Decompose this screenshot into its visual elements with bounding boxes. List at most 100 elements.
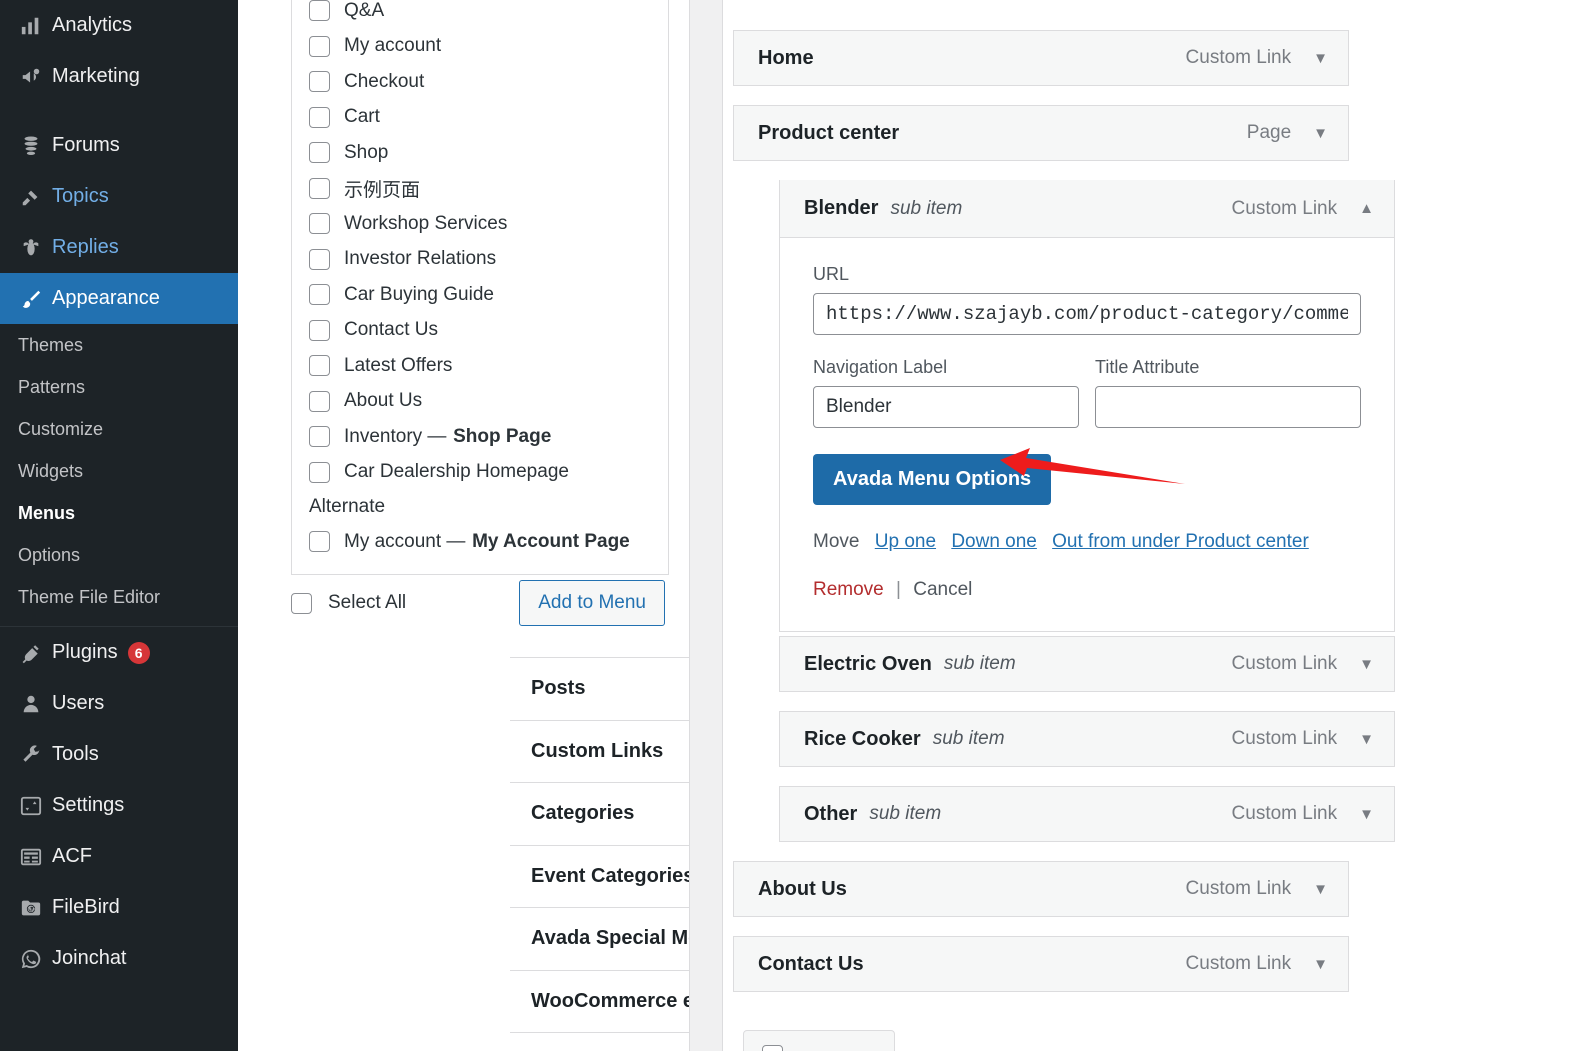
menu-item-sub-label: sub item: [944, 653, 1016, 675]
sidebar-item-appearance[interactable]: Appearance: [0, 273, 238, 324]
chevron-down-icon[interactable]: ▼: [1359, 806, 1374, 823]
available-item-row[interactable]: Car Buying Guide: [292, 277, 668, 313]
sidebar-subitem-label: Theme File Editor: [18, 587, 160, 608]
chevron-down-icon[interactable]: ▼: [1359, 731, 1374, 748]
menu-item-electric-oven[interactable]: Electric Oven sub item Custom Link ▼: [779, 636, 1395, 692]
chevron-down-icon[interactable]: ▼: [1313, 50, 1328, 67]
available-item-row[interactable]: 示例页面: [292, 171, 668, 207]
accordion-section-custom-links[interactable]: Custom Links ▼: [510, 720, 690, 784]
available-item-row[interactable]: Workshop Services: [292, 206, 668, 242]
available-item-row[interactable]: Shop: [292, 135, 668, 171]
accordion-label: Categories: [531, 802, 634, 825]
accordion-section-posts[interactable]: Posts ▼: [510, 657, 690, 721]
sidebar-item-joinchat[interactable]: Joinchat: [0, 933, 238, 984]
url-field-label: URL: [813, 264, 1361, 285]
sidebar-subitem-customize[interactable]: Customize: [0, 408, 238, 450]
sidebar-item-replies[interactable]: Replies: [0, 222, 238, 273]
sidebar-subitem-themes[interactable]: Themes: [0, 324, 238, 366]
accordion-section-woocommerce-endpoints[interactable]: WooCommerce endpoints ▼: [510, 970, 690, 1034]
sidebar-subitem-menus[interactable]: Menus: [0, 492, 238, 534]
remove-link[interactable]: Remove: [813, 579, 884, 600]
move-down-one-link[interactable]: Down one: [951, 531, 1037, 552]
sidebar-subitem-options[interactable]: Options: [0, 534, 238, 576]
sidebar-item-users[interactable]: Users: [0, 678, 238, 729]
checkbox[interactable]: [309, 0, 330, 21]
checkbox[interactable]: [309, 71, 330, 92]
sidebar-item-topics[interactable]: Topics: [0, 171, 238, 222]
checkbox[interactable]: [291, 593, 312, 614]
accordion-section-categories[interactable]: Categories ▼: [510, 782, 690, 846]
checkbox[interactable]: [309, 178, 330, 199]
available-item-row[interactable]: Contact Us: [292, 313, 668, 349]
available-item-row[interactable]: About Us: [292, 384, 668, 420]
checkbox[interactable]: [309, 213, 330, 234]
cancel-link[interactable]: Cancel: [913, 579, 972, 600]
checkbox[interactable]: [309, 426, 330, 447]
available-item-label: Contact Us: [344, 319, 438, 341]
available-item-row[interactable]: Car Dealership Homepage: [292, 455, 668, 491]
available-item-row[interactable]: Checkout: [292, 64, 668, 100]
sidebar-separator: [0, 102, 238, 120]
available-item-row[interactable]: Cart: [292, 100, 668, 136]
available-item-label: Car Dealership Homepage: [344, 461, 569, 483]
add-to-menu-button[interactable]: Add to Menu: [519, 580, 665, 626]
checkbox[interactable]: [309, 284, 330, 305]
sidebar-item-marketing[interactable]: Marketing: [0, 51, 238, 102]
sidebar-item-filebird[interactable]: FileBird: [0, 882, 238, 933]
move-out-from-under-link[interactable]: Out from under Product center: [1052, 531, 1309, 552]
sidebar-subitem-label: Themes: [18, 335, 83, 356]
sidebar-subitem-patterns[interactable]: Patterns: [0, 366, 238, 408]
chevron-up-icon[interactable]: ▲: [1359, 200, 1374, 217]
available-item-row[interactable]: Inventory — Shop Page: [292, 419, 668, 455]
checkbox[interactable]: [309, 531, 330, 552]
sidebar-subitem-theme-file-editor[interactable]: Theme File Editor: [0, 576, 238, 618]
chevron-down-icon[interactable]: ▼: [1359, 656, 1374, 673]
sidebar-item-tools[interactable]: Tools: [0, 729, 238, 780]
menu-item-blender-editor: Blender sub item Custom Link ▲ URL Navig…: [779, 180, 1395, 632]
menu-item-title: Rice Cooker: [804, 728, 921, 751]
sidebar-item-plugins[interactable]: Plugins 6: [0, 627, 238, 678]
accordion-section-event-categories[interactable]: Event Categories ▼: [510, 845, 690, 909]
avada-menu-options-button[interactable]: Avada Menu Options: [813, 454, 1051, 505]
menu-item-product-center[interactable]: Product center Page ▼: [733, 105, 1349, 161]
menu-item-rice-cooker[interactable]: Rice Cooker sub item Custom Link ▼: [779, 711, 1395, 767]
checkbox[interactable]: [309, 320, 330, 341]
available-item-row[interactable]: Q&A: [292, 0, 668, 29]
sidebar-item-analytics[interactable]: Analytics: [0, 0, 238, 51]
sidebar-item-label: Joinchat: [52, 947, 127, 970]
checkbox[interactable]: [309, 107, 330, 128]
accordion-section-avada-special-menu-items[interactable]: Avada Special Menu Items ▼: [510, 907, 690, 971]
sliders-icon: [10, 795, 52, 817]
menu-item-home[interactable]: Home Custom Link ▼: [733, 30, 1349, 86]
sidebar-item-forums[interactable]: Forums: [0, 120, 238, 171]
divider: |: [896, 579, 901, 600]
checkbox[interactable]: [309, 249, 330, 270]
menu-item-about-us[interactable]: About Us Custom Link ▼: [733, 861, 1349, 917]
chevron-down-icon[interactable]: ▼: [1313, 881, 1328, 898]
available-item-row[interactable]: Investor Relations: [292, 242, 668, 278]
checkbox[interactable]: [309, 355, 330, 376]
available-item-row[interactable]: Latest Offers: [292, 348, 668, 384]
url-input[interactable]: [813, 293, 1361, 335]
available-item-row[interactable]: My account: [292, 29, 668, 65]
sidebar-item-acf[interactable]: ACF: [0, 831, 238, 882]
checkbox[interactable]: [309, 462, 330, 483]
move-up-one-link[interactable]: Up one: [875, 531, 936, 552]
navigation-label-input[interactable]: [813, 386, 1079, 428]
title-attribute-field-label: Title Attribute: [1095, 357, 1361, 378]
available-item-row[interactable]: My account — My Account Page: [292, 524, 668, 560]
select-all-control[interactable]: Select All: [291, 592, 406, 614]
sidebar-subitem-widgets[interactable]: Widgets: [0, 450, 238, 492]
checkbox[interactable]: [762, 1045, 783, 1051]
title-attribute-input[interactable]: [1095, 386, 1361, 428]
menu-item-type: Custom Link: [1186, 47, 1292, 69]
menu-item-blender-header[interactable]: Blender sub item Custom Link ▲: [780, 180, 1394, 238]
menu-item-other[interactable]: Other sub item Custom Link ▼: [779, 786, 1395, 842]
menu-item-contact-us[interactable]: Contact Us Custom Link ▼: [733, 936, 1349, 992]
sidebar-item-settings[interactable]: Settings: [0, 780, 238, 831]
checkbox[interactable]: [309, 36, 330, 57]
chevron-down-icon[interactable]: ▼: [1313, 956, 1328, 973]
checkbox[interactable]: [309, 142, 330, 163]
checkbox[interactable]: [309, 391, 330, 412]
chevron-down-icon[interactable]: ▼: [1313, 125, 1328, 142]
